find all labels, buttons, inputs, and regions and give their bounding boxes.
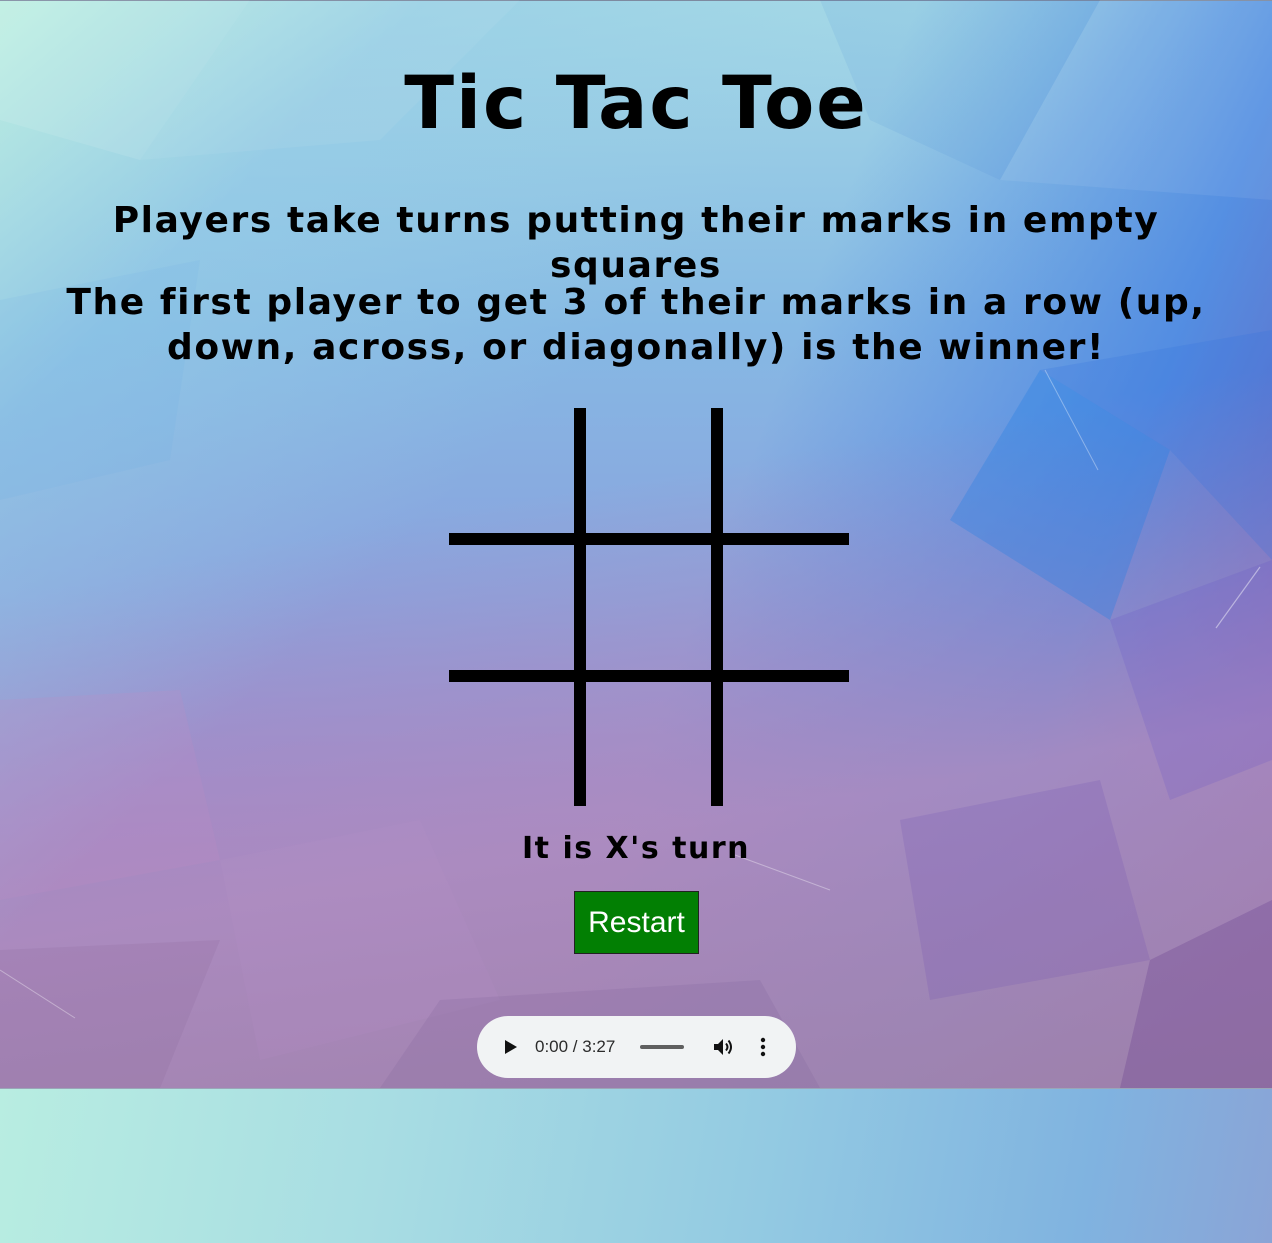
page-title: Tic Tac Toe	[404, 61, 868, 146]
audio-player: 0:00 / 3:27	[477, 1016, 796, 1078]
turn-status: It is X's turn	[522, 831, 750, 866]
board-cell-8[interactable]	[586, 682, 716, 812]
board-cell-4[interactable]	[449, 545, 579, 675]
audio-time-display: 0:00 / 3:27	[535, 1037, 616, 1056]
grid-line-vertical-left	[574, 408, 586, 806]
rule-text-empty-squares: Players take turns putting their marks i…	[112, 200, 1160, 286]
play-icon[interactable]	[499, 1035, 521, 1059]
game-board	[449, 408, 849, 806]
more-options-icon[interactable]	[756, 1035, 770, 1059]
grid-line-horizontal-bottom	[449, 670, 849, 682]
board-cell-7[interactable]	[449, 682, 579, 812]
board-cell-9[interactable]	[723, 682, 853, 812]
board-cell-2[interactable]	[586, 408, 716, 538]
grid-line-horizontal-top	[449, 533, 849, 545]
board-cell-3[interactable]	[723, 408, 853, 538]
audio-seek-track	[640, 1045, 684, 1049]
board-cell-5[interactable]	[586, 545, 716, 675]
game-page: Tic Tac Toe Players take turns putting t…	[0, 0, 1272, 1088]
rule-text-winner: The first player to get 3 of their marks…	[66, 282, 1206, 368]
board-cell-6[interactable]	[723, 545, 853, 675]
restart-button[interactable]: Restart	[574, 891, 699, 954]
audio-seek-bar[interactable]	[640, 1044, 684, 1050]
volume-icon[interactable]	[711, 1035, 735, 1059]
board-cell-1[interactable]	[449, 408, 579, 538]
page-background-lower	[0, 1088, 1272, 1243]
grid-line-vertical-right	[711, 408, 723, 806]
